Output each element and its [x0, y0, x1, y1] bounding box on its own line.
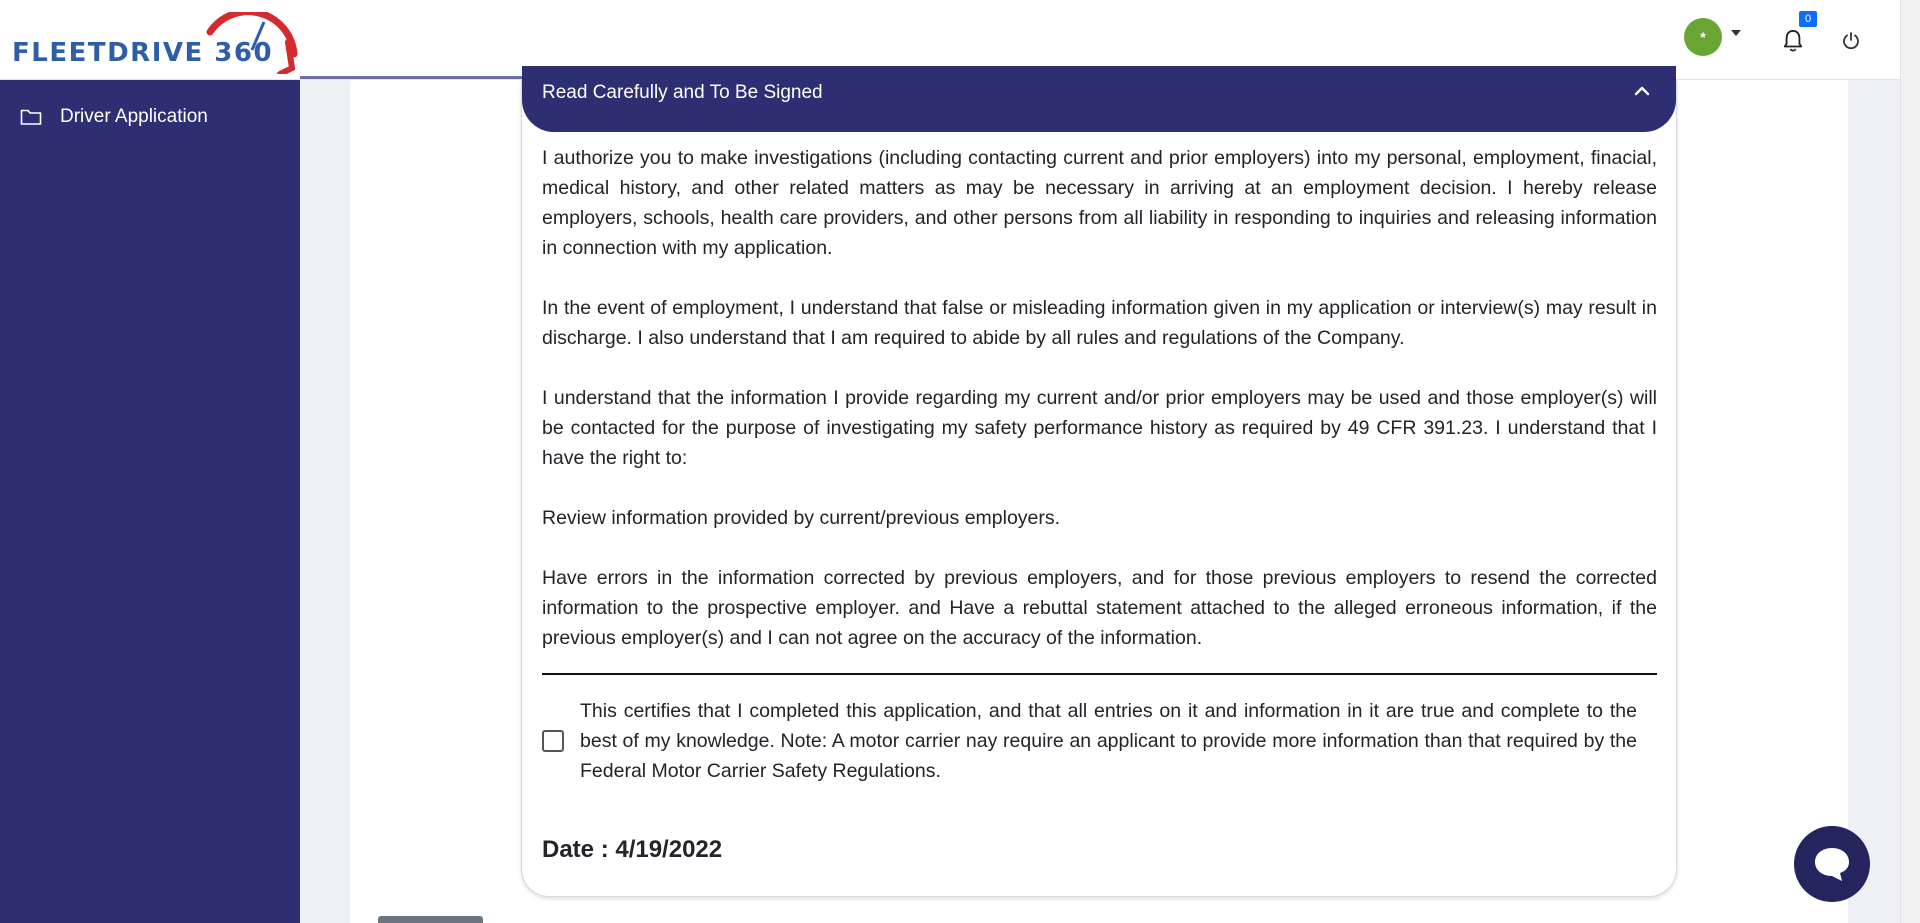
certification-label: This certifies that I completed this app…	[580, 700, 1637, 782]
sidebar-item-label: Driver Application	[60, 106, 208, 127]
bell-icon[interactable]	[1782, 28, 1804, 54]
chat-bubble-icon	[1815, 848, 1849, 881]
review-rights-paragraph: Review information provided by current/p…	[542, 507, 1061, 529]
authorization-paragraph: I authorize you to make investigations (…	[542, 147, 1657, 259]
chevron-up-icon	[1634, 86, 1650, 96]
section-title: Read Carefully and To Be Signed	[542, 82, 823, 103]
chevron-down-icon[interactable]	[1731, 30, 1741, 36]
sidebar: Driver Application	[0, 80, 300, 923]
section-divider	[542, 673, 1657, 675]
logo-text: FLEETDRIVE 360	[12, 38, 274, 68]
vertical-scrollbar[interactable]	[1900, 0, 1920, 923]
section-header-toggle[interactable]: Read Carefully and To Be Signed	[522, 66, 1676, 132]
notification-count-badge: 0	[1799, 11, 1817, 27]
sidebar-item-driver-application[interactable]: Driver Application	[20, 106, 208, 128]
employer-info-paragraph: I understand that the information I prov…	[542, 387, 1657, 469]
fleetdrive-logo[interactable]: FLEETDRIVE 360	[10, 10, 300, 74]
certification-checkbox[interactable]	[542, 730, 564, 752]
action-button-partial[interactable]	[378, 916, 483, 923]
avatar[interactable]: *	[1684, 18, 1722, 56]
correction-rights-paragraph: Have errors in the information corrected…	[542, 567, 1657, 649]
folder-icon	[20, 109, 42, 125]
application-date: Date : 4/19/2022	[542, 836, 723, 863]
power-icon[interactable]	[1841, 31, 1861, 51]
employment-paragraph: In the event of employment, I understand…	[542, 297, 1657, 349]
chat-widget-button[interactable]	[1794, 826, 1870, 902]
